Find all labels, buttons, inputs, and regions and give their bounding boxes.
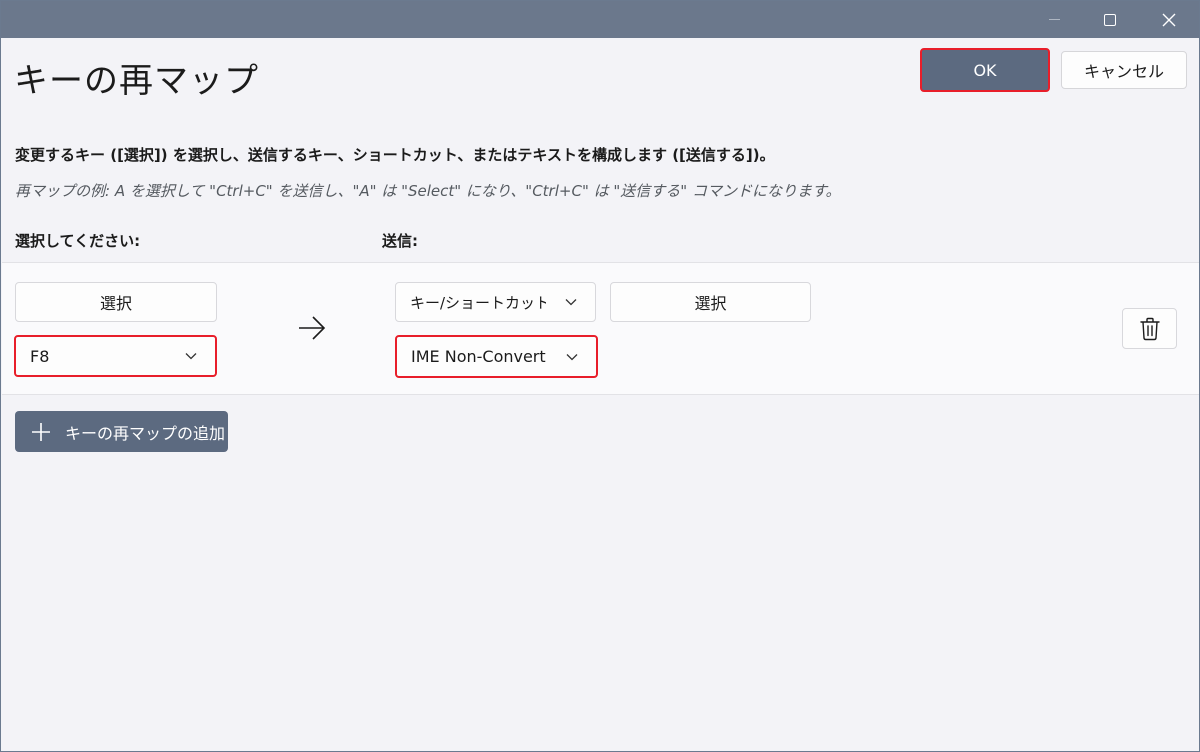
cancel-button[interactable]: キャンセル — [1061, 51, 1187, 89]
source-key-value: F8 — [30, 346, 50, 366]
close-button[interactable] — [1146, 1, 1192, 38]
minimize-icon — [1048, 19, 1060, 20]
send-select-button[interactable]: 選択 — [610, 282, 811, 322]
select-key-button-label: 選択 — [99, 294, 132, 313]
maximize-icon — [1104, 13, 1116, 26]
arrow-right-icon — [299, 316, 326, 340]
chevron-down-icon — [565, 299, 577, 306]
add-key-remap-button[interactable]: キーの再マップの追加 — [15, 411, 228, 452]
send-column-label: 送信: — [382, 232, 418, 250]
page-title: キーの再マップ — [14, 61, 259, 101]
select-key-button[interactable]: 選択 — [15, 282, 217, 322]
remap-keys-window: キーの再マップ OK キャンセル 変更するキー ([選択]) を選択し、送信する… — [0, 0, 1200, 752]
ok-button[interactable]: OK — [920, 48, 1050, 92]
target-key-value: IME Non-Convert — [411, 347, 546, 366]
delete-mapping-button[interactable] — [1122, 308, 1177, 349]
send-type-dropdown[interactable]: キー/ショートカットの送 — [395, 282, 596, 322]
send-select-button-label: 選択 — [694, 294, 727, 313]
select-column-label: 選択してください: — [15, 232, 141, 250]
source-key-dropdown[interactable]: F8 — [14, 335, 217, 377]
trash-icon — [1139, 317, 1160, 340]
plus-icon — [32, 422, 50, 441]
instruction-text: 変更するキー ([選択]) を選択し、送信するキー、ショートカット、またはテキス… — [15, 146, 775, 164]
target-key-dropdown[interactable]: IME Non-Convert — [395, 335, 598, 378]
send-type-value: キー/ショートカットの送 — [410, 293, 546, 312]
close-icon — [1162, 13, 1176, 26]
add-key-remap-label: キーの再マップの追加 — [65, 423, 226, 443]
maximize-button[interactable] — [1087, 1, 1133, 38]
chevron-down-icon — [566, 353, 578, 360]
minimize-button[interactable] — [1031, 1, 1077, 38]
title-bar — [1, 1, 1199, 38]
chevron-down-icon — [185, 353, 197, 360]
example-text: 再マップの例: A を選択して "Ctrl+C" を送信し、"A" は "Sel… — [15, 182, 841, 200]
